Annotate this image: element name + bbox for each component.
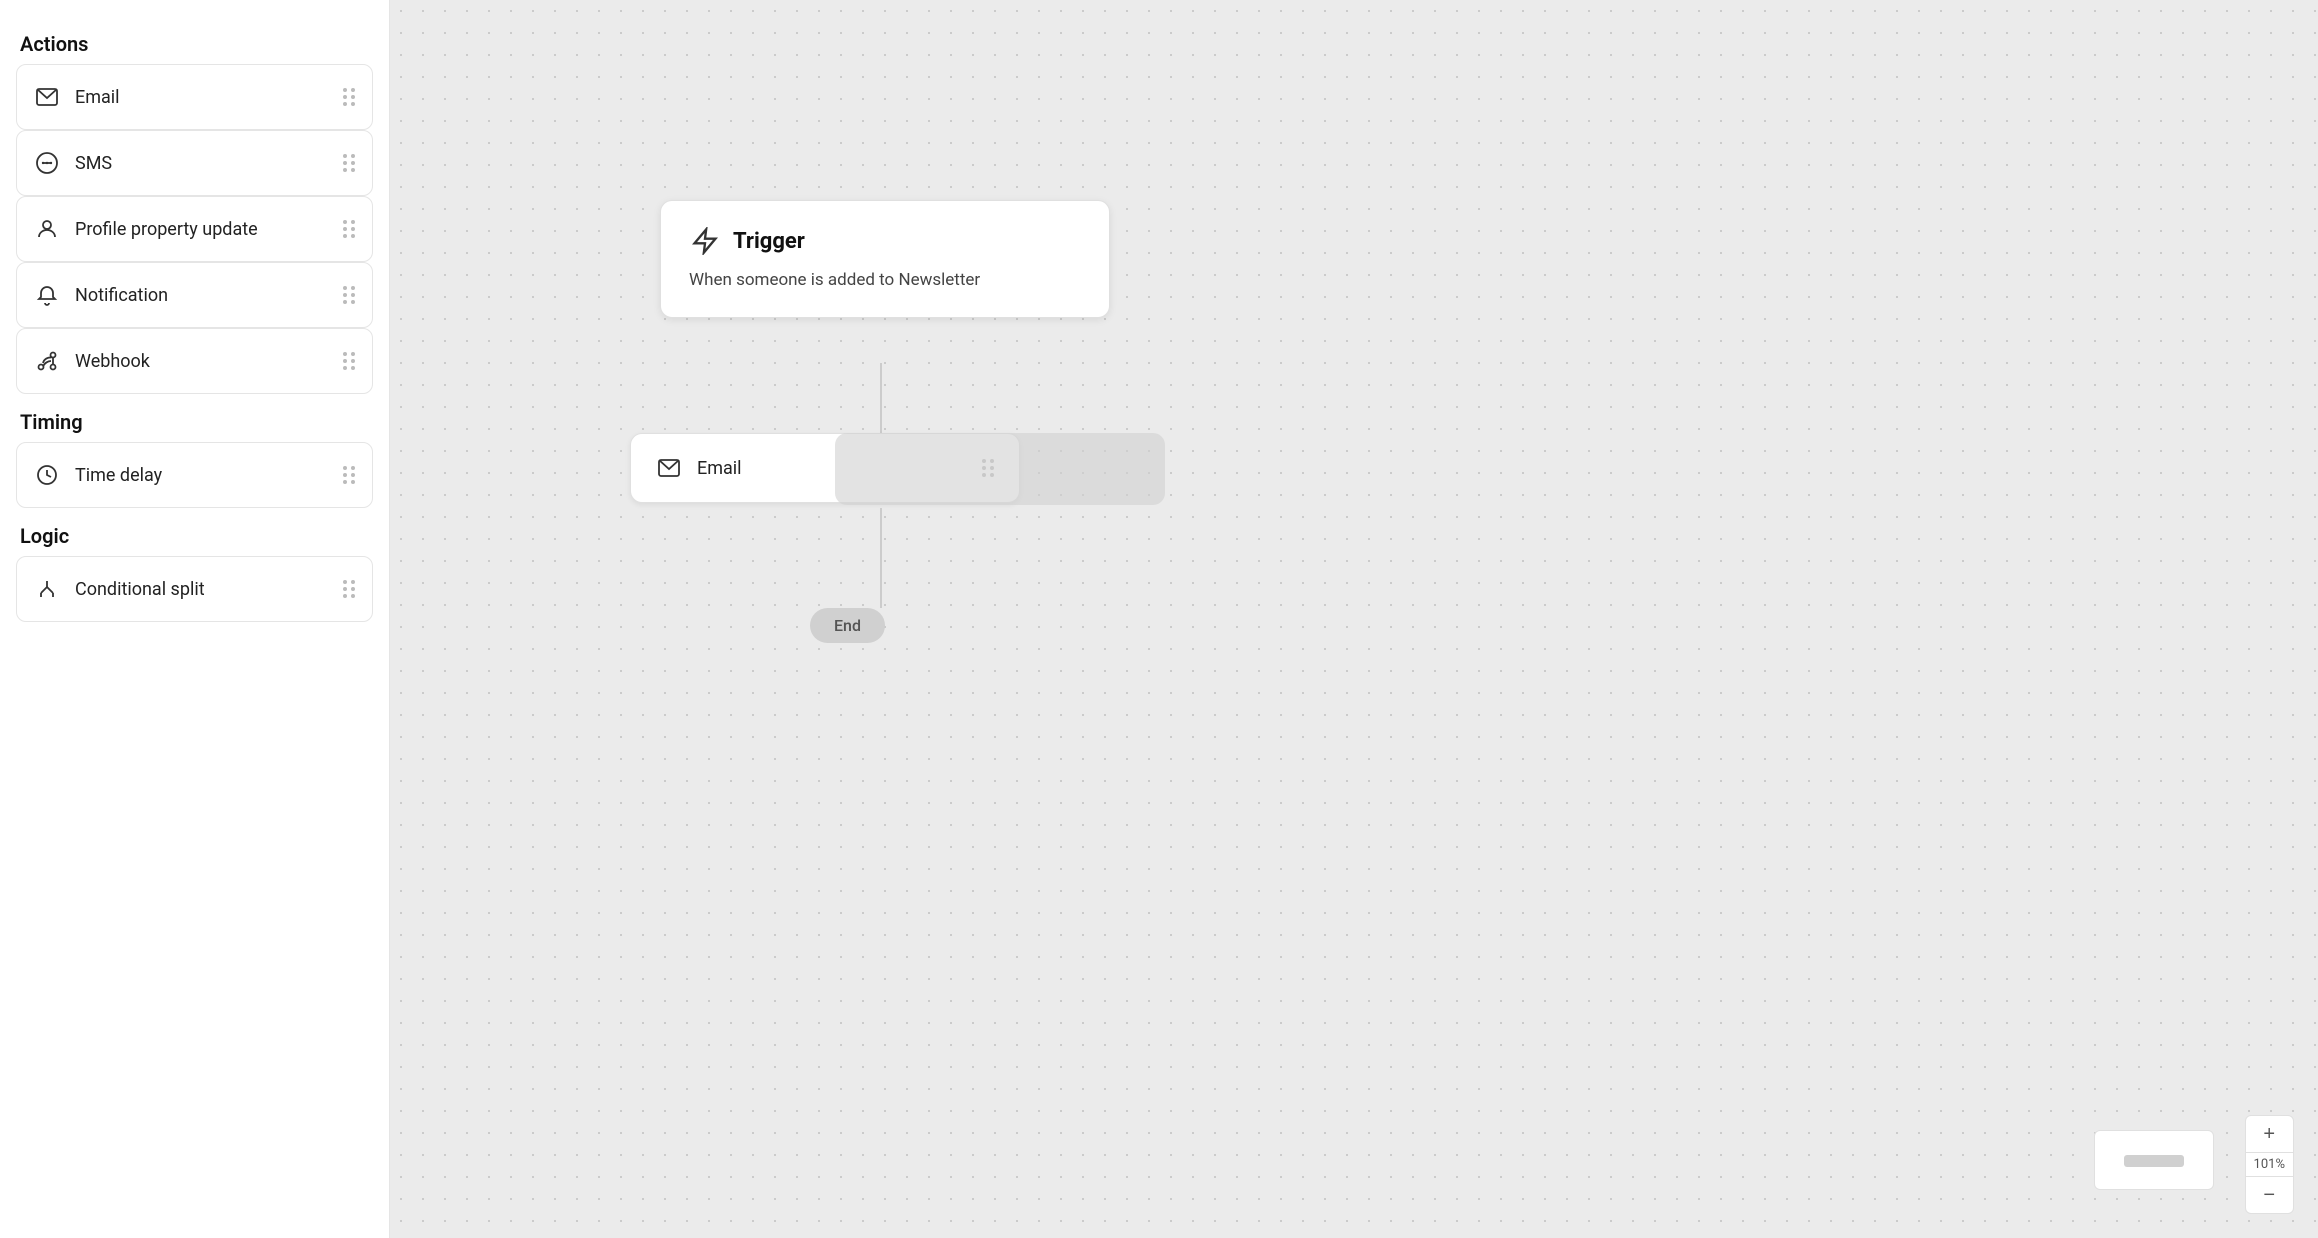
drag-handle-email[interactable]	[343, 88, 356, 106]
notification-label: Notification	[75, 285, 168, 306]
sidebar-item-sms[interactable]: SMS	[16, 130, 373, 196]
sms-icon	[33, 149, 61, 177]
sidebar-item-webhook[interactable]: Webhook	[16, 328, 373, 394]
sidebar-item-notification[interactable]: Notification	[16, 262, 373, 328]
profile-icon	[33, 215, 61, 243]
connector-line-1	[880, 363, 882, 433]
profile-property-update-label: Profile property update	[75, 219, 258, 240]
zoom-out-button[interactable]: −	[2249, 1177, 2289, 1213]
notification-icon	[33, 281, 61, 309]
sidebar-item-email[interactable]: Email	[16, 64, 373, 130]
zoom-controls: + 101% −	[2245, 1107, 2294, 1214]
section-title-actions: Actions	[16, 32, 373, 56]
sms-label: SMS	[75, 153, 112, 174]
email-node-label: Email	[697, 458, 742, 479]
email-label: Email	[75, 87, 120, 108]
connector-line-2	[880, 508, 882, 608]
ghost-drop-target	[835, 433, 1165, 505]
section-title-logic: Logic	[16, 524, 373, 548]
webhook-icon	[33, 347, 61, 375]
drag-handle-profile[interactable]	[343, 220, 356, 238]
time-delay-label: Time delay	[75, 465, 162, 486]
section-actions: Actions Email	[16, 24, 373, 394]
sidebar-item-conditional-split[interactable]: Conditional split	[16, 556, 373, 622]
email-node-icon	[655, 454, 683, 482]
drag-handle-conditional-split[interactable]	[343, 580, 356, 598]
minimap	[2094, 1130, 2214, 1190]
trigger-title: Trigger	[733, 229, 805, 254]
email-icon	[33, 83, 61, 111]
section-timing: Timing Time delay	[16, 402, 373, 508]
end-node: End	[810, 608, 885, 643]
webhook-label: Webhook	[75, 351, 150, 372]
section-title-timing: Timing	[16, 410, 373, 434]
trigger-node[interactable]: Trigger When someone is added to Newslet…	[660, 200, 1110, 318]
zoom-box: + 101% −	[2245, 1115, 2294, 1214]
drag-handle-notification[interactable]	[343, 286, 356, 304]
drag-handle-sms[interactable]	[343, 154, 356, 172]
section-logic: Logic Conditional split	[16, 516, 373, 622]
trigger-description: When someone is added to Newsletter	[689, 269, 1081, 293]
conditional-split-label: Conditional split	[75, 579, 205, 600]
trigger-icon	[689, 225, 721, 257]
sidebar-item-time-delay[interactable]: Time delay	[16, 442, 373, 508]
clock-icon	[33, 461, 61, 489]
sidebar: Actions Email	[0, 0, 390, 1238]
workflow-canvas[interactable]: Trigger When someone is added to Newslet…	[390, 0, 2318, 1238]
zoom-level-label: 101%	[2246, 1153, 2293, 1176]
zoom-in-button[interactable]: +	[2249, 1116, 2289, 1152]
sidebar-item-profile-property-update[interactable]: Profile property update	[16, 196, 373, 262]
drag-handle-webhook[interactable]	[343, 352, 356, 370]
split-icon	[33, 575, 61, 603]
drag-handle-time-delay[interactable]	[343, 466, 356, 484]
